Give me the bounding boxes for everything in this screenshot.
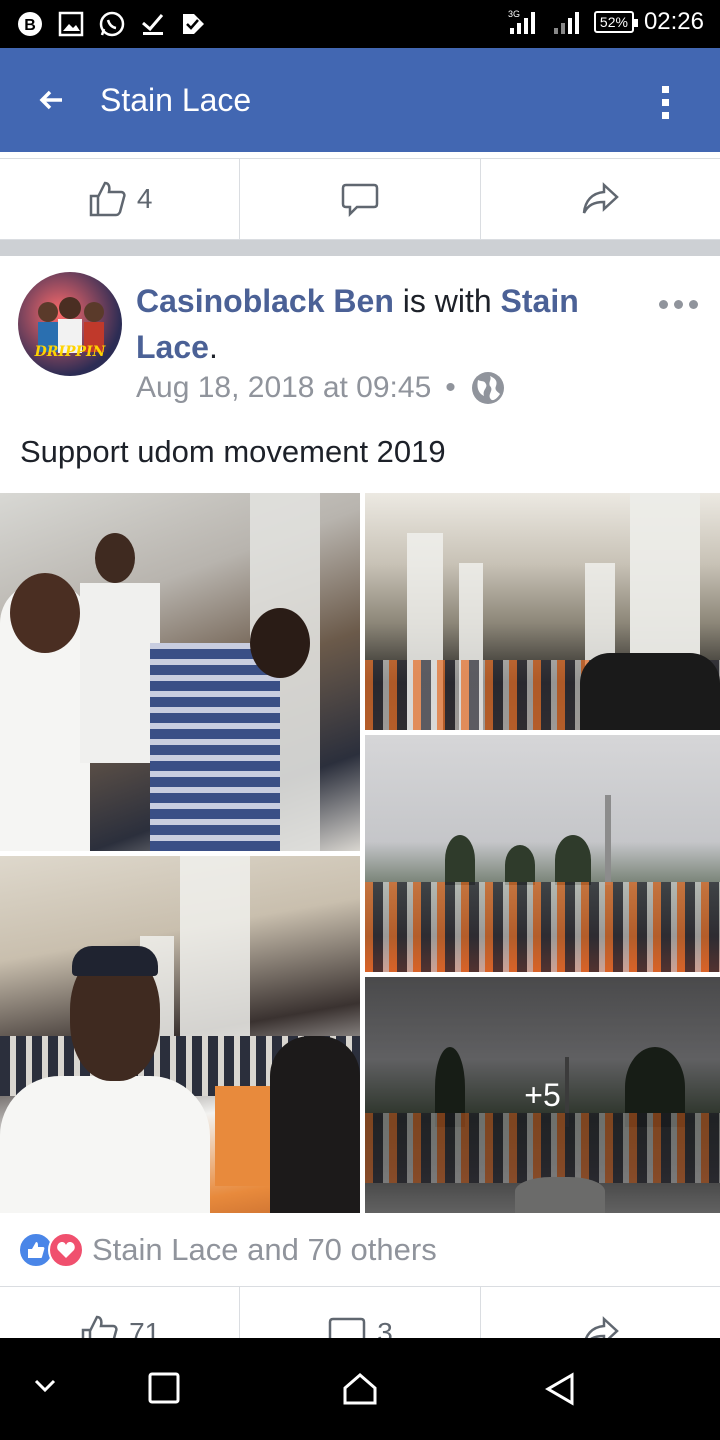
arrow-left-icon[interactable] — [36, 84, 68, 116]
love-reaction-icon — [48, 1232, 84, 1268]
like-button[interactable]: 4 — [0, 159, 241, 239]
chevron-down-icon[interactable] — [32, 1372, 58, 1398]
reaction-icons — [18, 1232, 84, 1268]
dot-icon — [659, 300, 668, 309]
clock: 02:26 — [643, 8, 704, 35]
with-text: is with — [393, 283, 501, 319]
whatsapp-icon — [99, 11, 125, 37]
vertical-dots-icon[interactable] — [660, 84, 672, 120]
more-photos-count[interactable]: +5 — [365, 977, 720, 1213]
reactions-text: Stain Lace and 70 others — [92, 1232, 437, 1267]
tagged-link-cont[interactable]: Lace — [136, 329, 209, 365]
avatar-text: DRIPPIN — [34, 344, 106, 360]
photo-3[interactable] — [365, 735, 720, 972]
comment-button[interactable] — [240, 159, 481, 239]
more-options-button[interactable] — [659, 300, 698, 309]
home-icon[interactable] — [342, 1372, 378, 1406]
recents-icon[interactable] — [148, 1372, 180, 1404]
reactions-summary[interactable]: Stain Lace and 70 others — [18, 1232, 437, 1268]
post-header: DRIPPIN Casinoblack Ben is with Stain Lac… — [0, 256, 720, 426]
system-status: 3G 52% 02:26 — [506, 8, 704, 36]
avatar-figures — [38, 297, 104, 353]
share-button[interactable] — [481, 159, 720, 239]
signal-3g-icon: 3G — [508, 9, 535, 34]
globe-icon — [471, 372, 504, 404]
post-actions: 71 3 — [0, 1286, 720, 1353]
feed-divider — [0, 240, 720, 256]
page-title: Stain Lace — [100, 82, 252, 118]
download-done-icon — [142, 14, 164, 35]
post-text: Support udom movement 2019 — [20, 434, 446, 469]
battery-indicator: 52% — [593, 11, 638, 33]
svg-text:3G: 3G — [508, 9, 520, 19]
signal-icon — [553, 12, 579, 34]
dot-icon — [689, 300, 698, 309]
like-count: 4 — [136, 183, 153, 214]
meta-separator: • — [445, 371, 456, 404]
share-icon — [583, 182, 620, 214]
thumbs-up-icon — [89, 181, 126, 217]
notification-icons: B — [16, 10, 206, 38]
post-meta: Aug 18, 2018 at 09:45 • — [136, 370, 506, 406]
photo-2[interactable] — [365, 493, 720, 730]
period: . — [208, 329, 218, 365]
status-bar: B 3G 52% 02:26 — [0, 0, 720, 48]
system-nav-bar — [0, 1338, 720, 1440]
post-author-line: Casinoblack Ben is with Stain Lace. — [136, 278, 636, 370]
previous-post-actions: 4 — [0, 158, 720, 240]
gallery-icon — [58, 11, 84, 37]
comment-icon — [341, 183, 379, 218]
tagged-link[interactable]: Stain — [501, 283, 579, 319]
svg-text:B: B — [24, 17, 36, 34]
app-bar: Stain Lace — [0, 48, 720, 152]
tag-check-icon — [183, 14, 204, 34]
dot-icon — [674, 300, 683, 309]
author-link[interactable]: Casinoblack Ben — [136, 283, 394, 319]
photo-1[interactable] — [0, 493, 360, 851]
photo-4[interactable] — [0, 856, 360, 1213]
post-date[interactable]: Aug 18, 2018 at 09:45 — [136, 371, 431, 405]
back-triangle-icon[interactable] — [544, 1372, 576, 1406]
avatar[interactable]: DRIPPIN — [18, 272, 122, 376]
photo-grid: +5 — [0, 493, 720, 1213]
photo-5[interactable]: +5 — [365, 977, 720, 1213]
app-notification-icon: B — [18, 12, 42, 36]
